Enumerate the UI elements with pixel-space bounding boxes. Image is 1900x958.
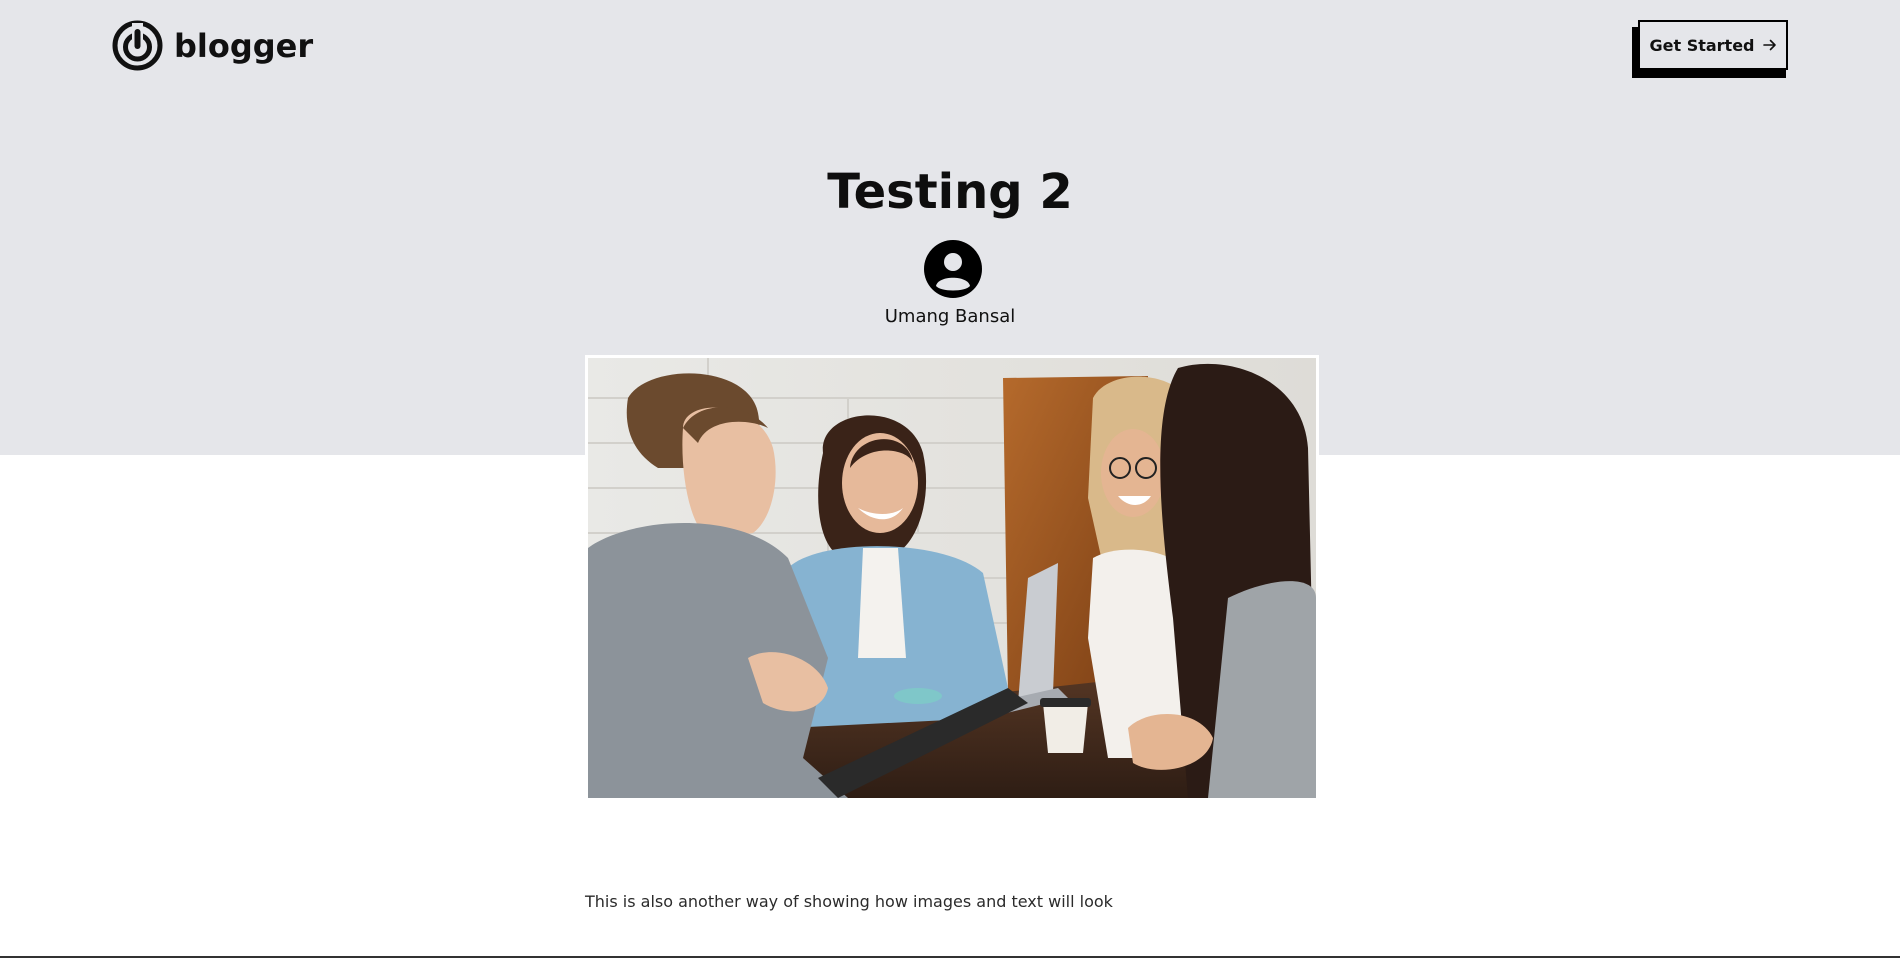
user-avatar-icon (924, 240, 982, 298)
blogger-logo-icon (112, 20, 163, 71)
get-started-label: Get Started (1649, 35, 1755, 55)
blog-post-page: blogger Get Started Testing 2 Umang Bans… (0, 0, 1900, 958)
site-logo[interactable]: blogger (111, 19, 313, 72)
post-hero-image (585, 355, 1319, 801)
arrow-right-icon (1762, 36, 1777, 55)
post-title: Testing 2 (827, 164, 1073, 220)
get-started-button-wrapper: Get Started (1632, 20, 1788, 78)
hero-photo-illustration (588, 358, 1316, 798)
site-logo-text: blogger (174, 26, 314, 65)
get-started-button[interactable]: Get Started (1638, 20, 1788, 70)
post-body-text: This is also another way of showing how … (585, 892, 1113, 911)
post-author: Umang Bansal (884, 306, 1016, 327)
